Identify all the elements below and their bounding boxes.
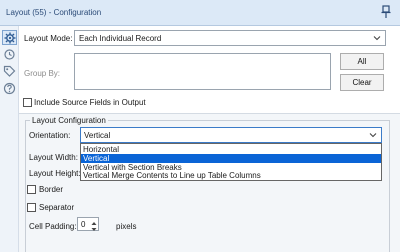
include-source-label: Include Source Fields in Output xyxy=(34,98,146,107)
pin-icon[interactable] xyxy=(380,5,392,19)
chevron-down-icon xyxy=(369,131,377,139)
cell-padding-stepper[interactable]: 0 xyxy=(77,217,99,231)
clear-button[interactable]: Clear xyxy=(340,74,384,91)
spin-down-icon[interactable] xyxy=(91,225,97,231)
separator-checkbox[interactable] xyxy=(27,203,36,212)
layout-height-label: Layout Height: xyxy=(29,169,81,178)
orientation-option-horizontal[interactable]: Horizontal xyxy=(81,145,381,154)
layout-mode-select[interactable]: Each Individual Record xyxy=(74,30,386,46)
border-label: Border xyxy=(39,185,64,194)
all-button[interactable]: All xyxy=(340,53,384,70)
orientation-dropdown-list: Horizontal Vertical Vertical with Sectio… xyxy=(80,143,382,181)
layout-mode-label: Layout Mode: xyxy=(24,34,73,43)
border-checkbox[interactable] xyxy=(27,185,36,194)
cell-padding-value: 0 xyxy=(81,220,86,229)
cell-padding-unit: pixels xyxy=(116,222,137,231)
refresh-icon[interactable] xyxy=(3,48,16,61)
config-tab[interactable] xyxy=(2,30,17,45)
orientation-label: Orientation: xyxy=(29,131,71,140)
separator-label: Separator xyxy=(39,203,75,212)
window-title: Layout (55) - Configuration xyxy=(6,8,102,17)
cell-padding-label: Cell Padding: xyxy=(29,222,77,231)
group-by-label: Group By: xyxy=(24,69,61,78)
orientation-option-vertical[interactable]: Vertical xyxy=(81,154,381,163)
orientation-select[interactable]: Vertical xyxy=(80,127,382,143)
include-source-checkbox[interactable] xyxy=(23,98,32,107)
title-bar: Layout (55) - Configuration xyxy=(0,0,400,26)
spin-up-icon[interactable] xyxy=(91,219,97,225)
layout-config-title: Layout Configuration xyxy=(30,116,108,125)
orientation-value: Vertical xyxy=(84,131,111,140)
layout-mode-value: Each Individual Record xyxy=(79,34,162,43)
gear-icon xyxy=(4,32,16,44)
layout-width-label: Layout Width: xyxy=(29,153,78,162)
tag-icon[interactable] xyxy=(3,65,16,78)
chevron-down-icon xyxy=(373,34,381,42)
help-icon[interactable] xyxy=(3,82,16,95)
orientation-option-vertical-merge[interactable]: Vertical Merge Contents to Line up Table… xyxy=(81,171,381,180)
group-by-list[interactable] xyxy=(74,53,331,90)
